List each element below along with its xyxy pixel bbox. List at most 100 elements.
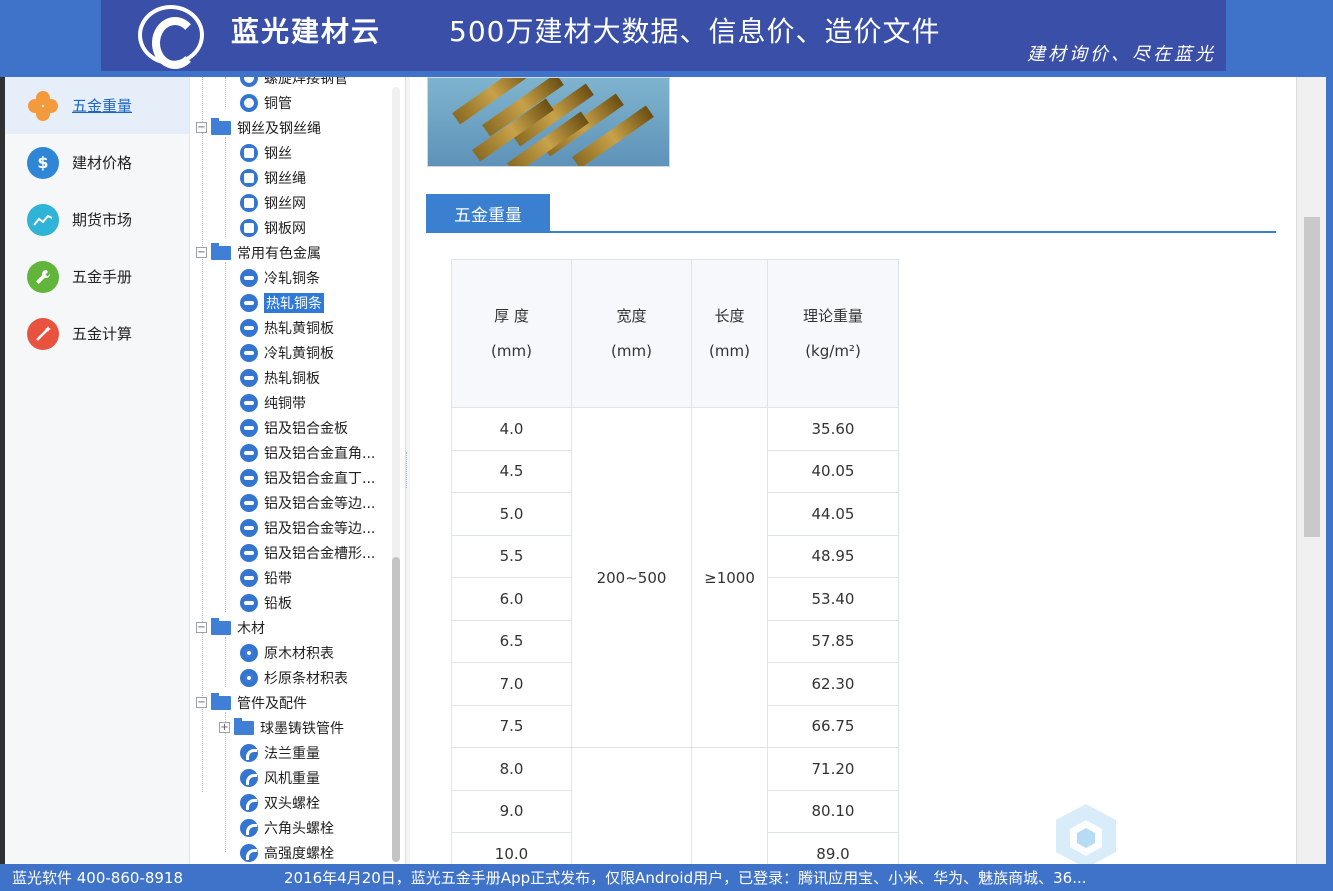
nav-label: 五金重量 [72,97,133,115]
leaf-bar-icon [240,593,258,612]
tree-leaf-item[interactable]: 铝及铝合金板 [240,415,348,440]
tree-item-label: 双头螺栓 [264,795,320,812]
tree-scrollbar[interactable] [392,87,400,862]
tree-leaf-item[interactable]: 铜管 [240,90,292,115]
header-unit: (mm) [709,341,750,360]
tree-leaf-item[interactable]: 风机重量 [240,765,320,790]
tree-folder-item[interactable]: − 钢丝及钢丝绳 [196,115,321,140]
tree-leaf-item[interactable]: 热轧黄铜板 [240,315,334,340]
header-unit: (mm) [611,341,652,360]
tree-leaf-item[interactable]: 铝及铝合金等边... [240,515,375,540]
tree-item-label: 铝及铝合金直丁... [264,470,376,487]
cell-thickness: 5.0 [451,492,572,536]
leaf-square-icon [240,143,258,162]
tree-leaf-item[interactable]: 杉原条材积表 [240,665,348,690]
cell-thickness: 4.5 [451,449,572,493]
nav-item-hardware-weight[interactable]: 五金重量 [5,77,189,134]
header-name: 厚 度 [494,306,529,325]
tree-leaf-item[interactable]: 双头螺栓 [240,790,320,815]
nav-item-hardware-handbook[interactable]: 五金手册 [5,248,189,305]
tree-leaf-item[interactable]: 铝及铝合金直角... [240,440,375,465]
weight-table: 厚 度 (mm) 宽度 (mm) 长度 (mm) 理论重量 (kg/m²) 4.0 200… [451,259,899,864]
tree-folder-item[interactable]: − 木材 [196,615,265,640]
tree-item-label: 钢丝 [264,145,292,162]
table-row: 4.0 200~500 ≥1000 35.60 [451,407,899,748]
tree-item-label: 热轧黄铜板 [264,320,334,337]
leaf-bar-icon [240,518,258,537]
leaf-bar-icon [240,268,258,287]
tree-leaf-item[interactable]: 钢丝 [240,140,292,165]
content-scrollbar[interactable] [1296,77,1326,864]
tree-item-label: 铅板 [264,595,292,612]
status-bar: 蓝光软件 400-860-8918 2016年4月20日，蓝光五金手册App正式… [0,864,1333,891]
folder-icon [211,117,231,135]
nav-item-material-price[interactable]: $ 建材价格 [5,134,189,191]
tree-leaf-item[interactable]: 铝及铝合金槽形... [240,540,375,565]
collapse-toggle-icon[interactable]: − [196,697,207,708]
tree-leaf-item[interactable]: 螺旋焊接钢管 [240,77,348,90]
news-ticker[interactable]: 2016年4月20日，蓝光五金手册App正式发布，仅限Android用户，已登录… [284,867,1087,888]
collapse-toggle-icon[interactable]: − [196,622,207,633]
tree-leaf-item[interactable]: 六角头螺栓 [240,815,334,840]
tree-leaf-item[interactable]: 纯铜带 [240,390,306,415]
tree-item-label: 六角头螺栓 [264,820,334,837]
logo-icon [138,5,204,69]
leaf-square-icon [240,218,258,237]
tree-leaf-item[interactable]: 铝及铝合金直丁... [240,465,375,490]
tree-item-label: 常用有色金属 [237,245,321,262]
tree-leaf-item[interactable]: 铅带 [240,565,292,590]
tree-item-label: 原木材积表 [264,645,334,662]
tree-leaf-item[interactable]: 法兰重量 [240,740,320,765]
tree-leaf-item[interactable]: 铅板 [240,590,292,615]
tree-item-label: 钢丝网 [264,195,306,212]
header-unit: (mm) [491,341,532,360]
tree-leaf-item[interactable]: 钢丝网 [240,190,306,215]
leaf-ring-icon [240,77,258,87]
leaf-bar-icon [240,468,258,487]
nav-label: 建材价格 [72,154,133,172]
tree-folder-item[interactable]: − 管件及配件 [196,690,307,715]
clover-icon [27,90,59,122]
tree-leaf-item[interactable]: 原木材积表 [240,640,334,665]
header-name: 理论重量 [802,306,863,325]
nav-item-hardware-calc[interactable]: 五金计算 [5,305,189,362]
collapse-toggle-icon[interactable]: − [196,122,207,133]
tree-leaf-item[interactable]: 冷轧铜条 [240,265,320,290]
section-tab-hardware-weight[interactable]: 五金重量 [426,194,550,232]
leaf-bar-icon [240,343,258,362]
leaf-turn-icon [240,743,258,762]
tagline: 建材询价、尽在蓝光 [1027,44,1216,65]
folder-icon [211,242,231,260]
tree-leaf-item[interactable]: 钢丝绳 [240,165,306,190]
cell-weight: 44.05 [767,492,899,536]
leaf-bar-icon [240,543,258,562]
window-edge [1326,77,1333,864]
leaf-bar-icon [240,568,258,587]
tree-folder-item[interactable]: − 常用有色金属 [196,240,321,265]
tree-scrollbar-thumb[interactable] [392,557,400,862]
leaf-square-icon [240,193,258,212]
trend-icon [27,203,59,236]
leaf-bar-icon [240,393,258,412]
cell-weight: 40.05 [767,449,899,493]
tree-leaf-item[interactable]: 高强度螺栓 [240,840,334,864]
tree-item-label: 铜管 [264,95,292,112]
nav-item-futures-market[interactable]: 期货市场 [5,191,189,248]
slogan: 500万建材大数据、信息价、造价文件 [449,15,941,48]
cell-weight: 48.95 [767,534,899,578]
tree-leaf-item[interactable]: 热轧铜条 [240,290,324,315]
content-scrollbar-thumb[interactable] [1304,217,1320,537]
nav-label: 五金计算 [72,325,133,343]
tree-folder-item[interactable]: + 球墨铸铁管件 [219,715,344,740]
category-tree: 螺旋焊接钢管 铜管 − 钢丝及钢丝绳 钢丝 钢丝绳 钢丝网 钢板网 − 常用有色金属 冷轧铜条 热轧铜… [190,77,406,864]
collapse-toggle-icon[interactable]: − [196,247,207,258]
tree-leaf-item[interactable]: 铝及铝合金等边... [240,490,375,515]
expand-toggle-icon[interactable]: + [219,722,230,733]
tree-item-label: 钢丝绳 [264,170,306,187]
tree-leaf-item[interactable]: 钢板网 [240,215,306,240]
leaf-square-icon [240,168,258,187]
tree-leaf-item[interactable]: 热轧铜板 [240,365,320,390]
tree-leaf-item[interactable]: 冷轧黄铜板 [240,340,334,365]
cell-width-empty [571,747,692,864]
cell-thickness: 9.0 [451,789,572,833]
